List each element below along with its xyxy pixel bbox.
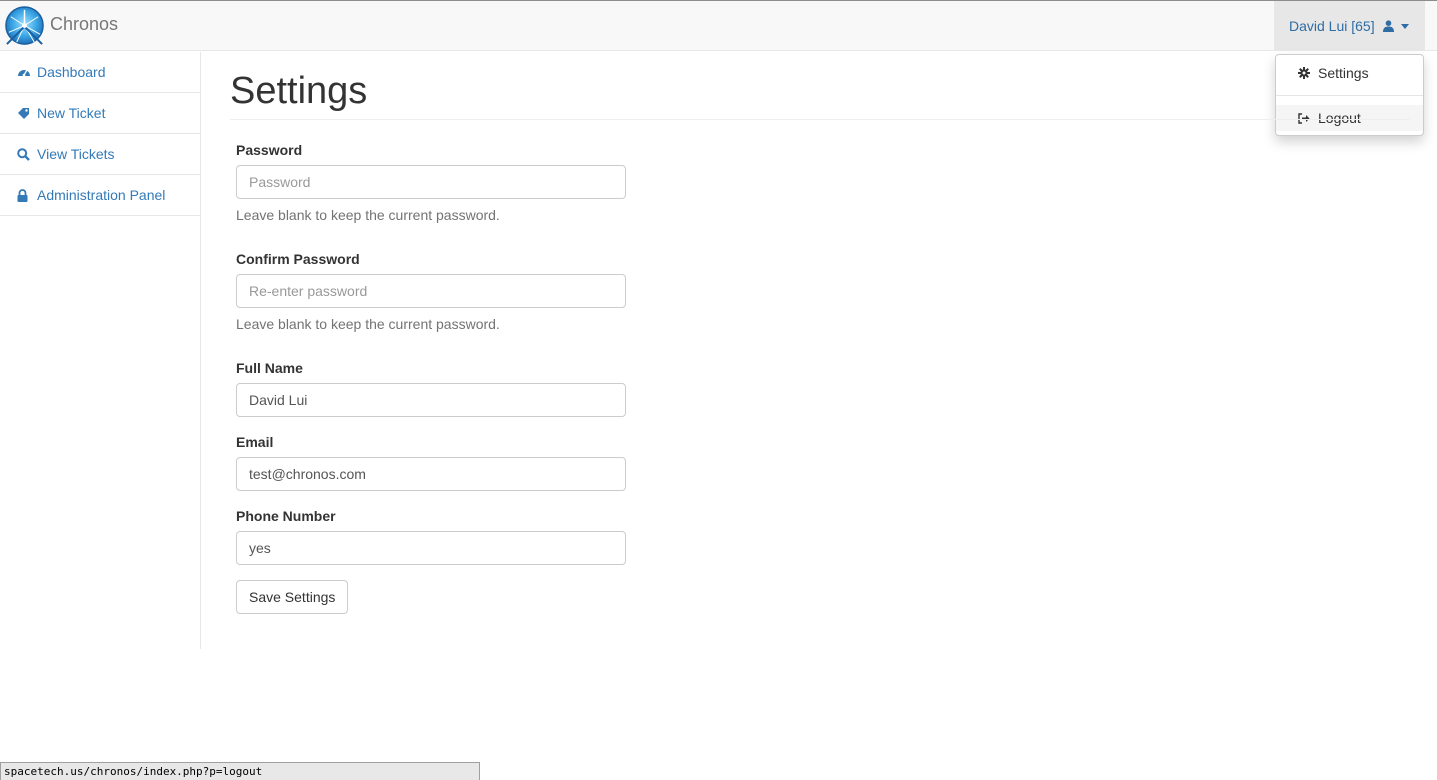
full-name-label: Full Name <box>236 360 303 376</box>
menu-item-settings-label: Settings <box>1318 65 1369 81</box>
menu-item-logout[interactable]: Logout <box>1276 105 1423 131</box>
sidebar-item-administration-panel[interactable]: Administration Panel <box>0 175 200 216</box>
page-title: Settings <box>230 70 368 112</box>
lock-icon <box>17 188 31 202</box>
sidebar-item-view-tickets[interactable]: View Tickets <box>0 134 200 175</box>
tag-icon <box>17 107 31 120</box>
email-label: Email <box>236 434 274 450</box>
sidebar-item-new-ticket[interactable]: New Ticket <box>0 93 200 134</box>
confirm-password-field[interactable] <box>236 274 626 308</box>
browser-status-bar: spacetech.us/chronos/index.php?p=logout <box>0 762 480 780</box>
sidebar-item-label: New Ticket <box>37 105 106 121</box>
sidebar: Dashboard New Ticket View Tickets Admini… <box>0 52 201 649</box>
phone-number-label: Phone Number <box>236 508 336 524</box>
menu-item-settings[interactable]: Settings <box>1276 60 1423 86</box>
sidebar-item-dashboard[interactable]: Dashboard <box>0 52 200 93</box>
user-icon <box>1382 20 1394 32</box>
sidebar-item-label: View Tickets <box>37 146 115 162</box>
confirm-password-help-text: Leave blank to keep the current password… <box>236 316 500 332</box>
user-dropdown-menu: Settings Logout <box>1275 54 1424 136</box>
phone-number-field[interactable] <box>236 531 626 565</box>
password-label: Password <box>236 142 303 158</box>
menu-divider <box>1276 95 1423 96</box>
full-name-field[interactable] <box>236 383 626 417</box>
save-settings-button[interactable]: Save Settings <box>236 580 349 614</box>
sidebar-item-label: Administration Panel <box>37 187 166 203</box>
gear-icon <box>1298 67 1310 79</box>
sidebar-item-label: Dashboard <box>37 64 106 80</box>
chevron-down-icon <box>1400 23 1409 29</box>
email-field[interactable] <box>236 457 626 491</box>
dashboard-icon <box>17 66 31 78</box>
brand-link[interactable]: Chronos <box>3 4 118 48</box>
user-menu-toggle[interactable]: David Lui [65] <box>1274 1 1425 51</box>
logout-icon <box>1298 112 1310 124</box>
status-url: spacetech.us/chronos/index.php?p=logout <box>4 765 263 778</box>
password-field[interactable] <box>236 165 626 199</box>
menu-item-logout-label: Logout <box>1318 110 1361 126</box>
user-menu-label: David Lui [65] <box>1289 18 1375 34</box>
title-divider <box>230 119 1410 120</box>
chronos-logo-icon <box>5 5 44 45</box>
navbar: Chronos David Lui [65] <box>0 1 1437 51</box>
search-icon <box>17 147 31 161</box>
brand-name: Chronos <box>50 13 119 34</box>
password-help-text: Leave blank to keep the current password… <box>236 207 500 223</box>
confirm-password-label: Confirm Password <box>236 251 360 267</box>
